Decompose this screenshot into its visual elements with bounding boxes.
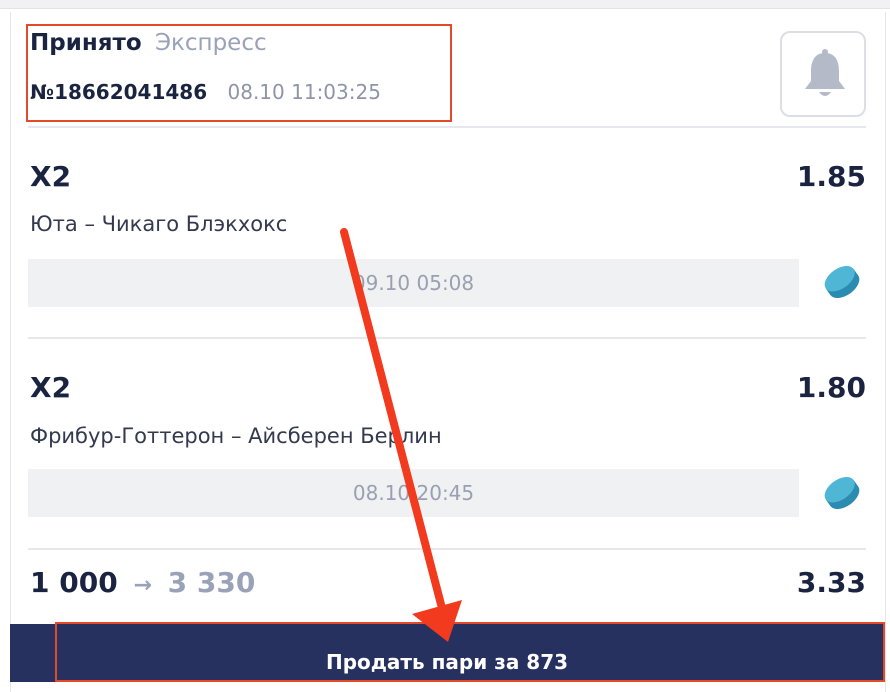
sell-bet-button[interactable]: Продать пари за 873 xyxy=(10,624,884,682)
bell-icon xyxy=(805,49,845,96)
hockey-puck-icon xyxy=(824,476,860,510)
selection-outcome: X2 xyxy=(30,160,72,193)
stake-summary: 1 000 → 3 330 xyxy=(30,566,255,599)
divider xyxy=(28,337,866,339)
hockey-puck-icon xyxy=(824,265,860,299)
sell-bet-label: Продать пари за 873 xyxy=(325,650,569,674)
selection-date: 09.10 05:08 xyxy=(28,259,799,307)
selection-outcome: X2 xyxy=(30,371,72,404)
divider xyxy=(28,126,866,128)
divider xyxy=(28,548,866,550)
selection-odds: 1.80 xyxy=(796,371,866,404)
total-odds: 3.33 xyxy=(796,566,866,599)
header-highlight-box xyxy=(26,24,452,122)
notification-button[interactable] xyxy=(780,31,866,117)
selection-odds: 1.85 xyxy=(796,160,866,193)
selection-date: 08.10 20:45 xyxy=(28,469,799,517)
selection-event[interactable]: Юта – Чикаго Блэкхокс xyxy=(30,212,287,236)
top-strip xyxy=(0,0,890,9)
stake-amount: 1 000 xyxy=(30,566,118,599)
potential-payout: 3 330 xyxy=(167,566,256,599)
selection-event[interactable]: Фрибур-Готтерон – Айсберен Берлин xyxy=(30,424,442,448)
arrow-right-icon: → xyxy=(133,573,152,598)
